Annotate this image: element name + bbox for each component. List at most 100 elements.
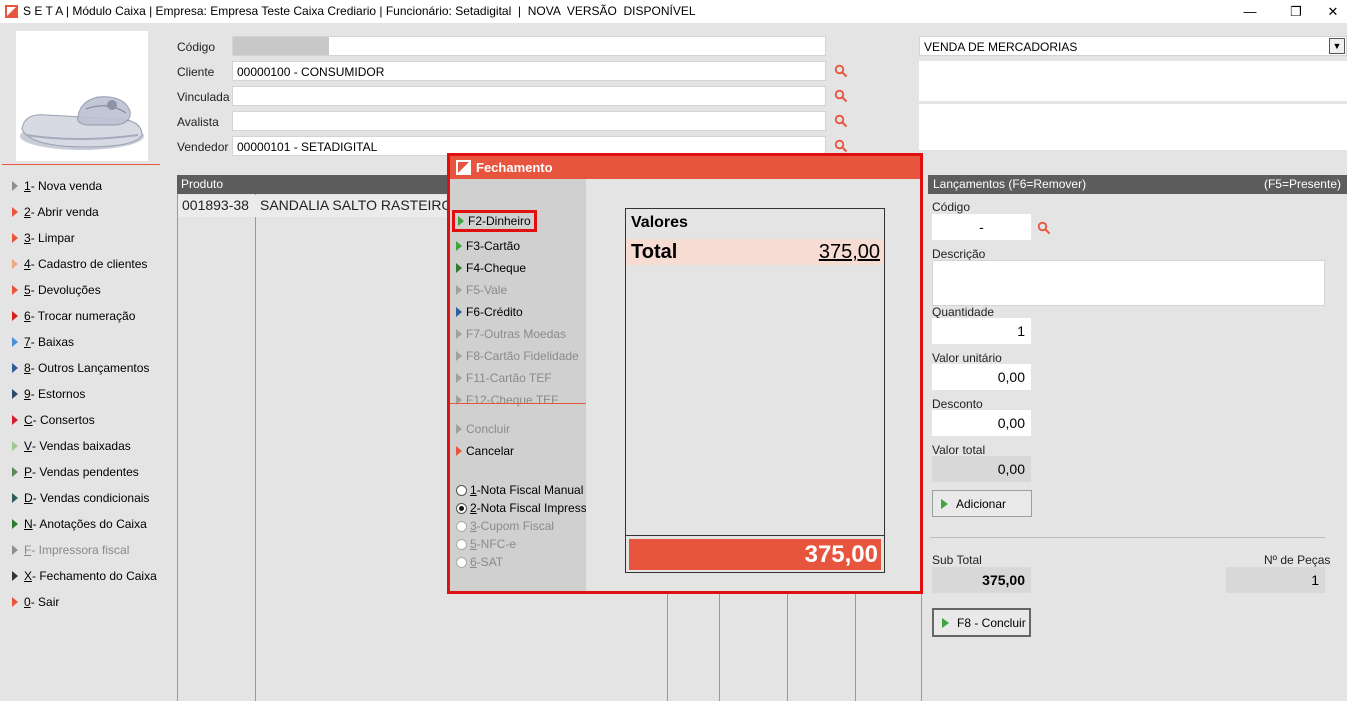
product-image xyxy=(16,31,148,161)
play-icon xyxy=(12,181,18,191)
payment-option: F11-Cartão TEF xyxy=(456,368,552,388)
radio-button[interactable] xyxy=(456,502,467,514)
play-icon xyxy=(12,207,18,217)
valor-unitario-input[interactable]: 0,00 xyxy=(932,364,1031,390)
lancamentos-title: Lançamentos (F6=Remover) xyxy=(933,177,1087,191)
avalista-input[interactable] xyxy=(232,111,826,131)
close-button[interactable]: ✕ xyxy=(1319,0,1347,23)
play-icon xyxy=(12,233,18,243)
menu-label: - Limpar xyxy=(30,231,75,245)
codigo-input-right[interactable]: - xyxy=(932,214,1031,240)
menu-item[interactable]: 5 - Devoluções xyxy=(12,280,101,300)
codigo-input[interactable] xyxy=(232,36,826,56)
menu-item[interactable]: D - Vendas condicionais xyxy=(12,488,149,508)
play-icon xyxy=(456,351,462,361)
descricao-input[interactable] xyxy=(932,260,1325,306)
vendedor-label: Vendedor xyxy=(177,140,229,154)
fiscal-radio-option[interactable]: 1 -Nota Fiscal Manual xyxy=(456,481,583,499)
adicionar-label: Adicionar xyxy=(956,496,1007,511)
payment-option: F12-Cheque TEF xyxy=(456,390,559,410)
adicionar-button[interactable]: Adicionar xyxy=(932,490,1032,517)
quantidade-input[interactable]: 1 xyxy=(932,318,1031,344)
menu-item[interactable]: N - Anotações do Caixa xyxy=(12,514,147,534)
window-title: S E T A | Módulo Caixa | Empresa: Empres… xyxy=(23,4,696,18)
grid-column-divider xyxy=(787,594,788,701)
menu-shortcut-key: F xyxy=(24,543,32,557)
menu-item[interactable]: 0 - Sair xyxy=(12,592,59,612)
menu-item[interactable]: C - Consertos xyxy=(12,410,95,430)
menu-item[interactable]: 4 - Cadastro de clientes xyxy=(12,254,147,274)
search-icon[interactable] xyxy=(834,64,848,78)
payment-option[interactable]: F4-Cheque xyxy=(456,258,526,278)
menu-item[interactable]: 7 - Baixas xyxy=(12,332,74,352)
table-row[interactable]: 001893-38 SANDALIA SALTO RASTEIRO xyxy=(178,195,452,217)
search-icon[interactable] xyxy=(834,139,848,153)
payment-label: F6-Crédito xyxy=(466,305,523,319)
menu-item[interactable]: 1 - Nova venda xyxy=(12,176,102,196)
codigo-label: Código xyxy=(177,40,216,54)
minimize-button[interactable]: — xyxy=(1227,0,1273,23)
menu-shortcut-key: 1 xyxy=(24,179,31,193)
play-icon xyxy=(942,617,949,628)
row-code: 001893-38 xyxy=(182,197,249,213)
pecas-value: 1 xyxy=(1226,567,1325,593)
presente-hint: (F5=Presente) xyxy=(1263,177,1341,191)
codigo-fill xyxy=(233,37,329,55)
payment-option[interactable]: F2-Dinheiro xyxy=(452,210,537,232)
play-icon xyxy=(12,311,18,321)
menu-item[interactable]: 6 - Trocar numeração xyxy=(12,306,135,326)
menu-shortcut-key: V xyxy=(24,439,33,453)
cliente-label: Cliente xyxy=(177,65,215,79)
menu-item[interactable]: X - Fechamento do Caixa xyxy=(12,566,157,586)
avalista-label: Avalista xyxy=(177,115,219,129)
operation-select[interactable]: VENDA DE MERCADORIAS ▼ xyxy=(919,36,1347,56)
concluir-f8-button[interactable]: F8 - Concluir xyxy=(932,608,1031,637)
search-icon[interactable] xyxy=(834,89,848,103)
cliente-input[interactable]: 00000100 - CONSUMIDOR xyxy=(232,61,826,81)
vinculada-input[interactable] xyxy=(232,86,826,106)
menu-label: - Estornos xyxy=(30,387,86,401)
vinculada-label: Vinculada xyxy=(177,90,230,104)
radio-shortcut-key: 5 xyxy=(470,537,477,551)
search-icon[interactable] xyxy=(1037,221,1051,235)
menu-shortcut-key: 5 xyxy=(24,283,31,297)
cancelar-action[interactable]: Cancelar xyxy=(456,441,514,461)
notes-area-2[interactable] xyxy=(919,104,1347,150)
desconto-input[interactable]: 0,00 xyxy=(932,410,1031,436)
play-icon xyxy=(12,493,18,503)
play-icon xyxy=(12,545,18,555)
fiscal-radio-option[interactable]: 2 -Nota Fiscal Impressa xyxy=(456,499,593,517)
restore-button[interactable]: ❐ xyxy=(1273,0,1319,23)
menu-shortcut-key: 6 xyxy=(24,309,31,323)
title-bar: S E T A | Módulo Caixa | Empresa: Empres… xyxy=(0,0,1347,23)
menu-item[interactable]: V - Vendas baixadas xyxy=(12,436,131,456)
menu-label: - Abrir venda xyxy=(30,205,99,219)
menu-label: - Vendas pendentes xyxy=(32,465,139,479)
chevron-down-icon[interactable]: ▼ xyxy=(1329,38,1345,54)
payment-option[interactable]: F6-Crédito xyxy=(456,302,523,322)
payment-label: F4-Cheque xyxy=(466,261,527,275)
search-icon[interactable] xyxy=(834,114,848,128)
menu-item[interactable]: 2 - Abrir venda xyxy=(12,202,99,222)
menu-shortcut-key: 8 xyxy=(24,361,31,375)
menu-item[interactable]: 3 - Limpar xyxy=(12,228,75,248)
payment-option[interactable]: F3-Cartão xyxy=(456,236,520,256)
grid-column-divider xyxy=(667,594,668,701)
menu-label: - Devoluções xyxy=(30,283,101,297)
menu-item[interactable]: 8 - Outros Lançamentos xyxy=(12,358,149,378)
play-icon xyxy=(456,241,462,251)
subtotal-value: 375,00 xyxy=(932,567,1031,593)
quantidade-label: Quantidade xyxy=(932,305,995,319)
payment-option: F8-Cartão Fidelidade xyxy=(456,346,579,366)
operation-select-value: VENDA DE MERCADORIAS xyxy=(924,40,1078,54)
menu-item[interactable]: 9 - Estornos xyxy=(12,384,85,404)
notes-area-1[interactable] xyxy=(919,61,1347,101)
menu-label: - Cadastro de clientes xyxy=(30,257,148,271)
radio-button[interactable] xyxy=(456,484,467,496)
payment-label: F12-Cheque TEF xyxy=(466,393,559,407)
play-icon xyxy=(12,285,18,295)
play-icon xyxy=(12,363,18,373)
cancelar-label: Cancelar xyxy=(466,444,515,458)
radio-button xyxy=(456,520,467,532)
menu-item[interactable]: P - Vendas pendentes xyxy=(12,462,139,482)
